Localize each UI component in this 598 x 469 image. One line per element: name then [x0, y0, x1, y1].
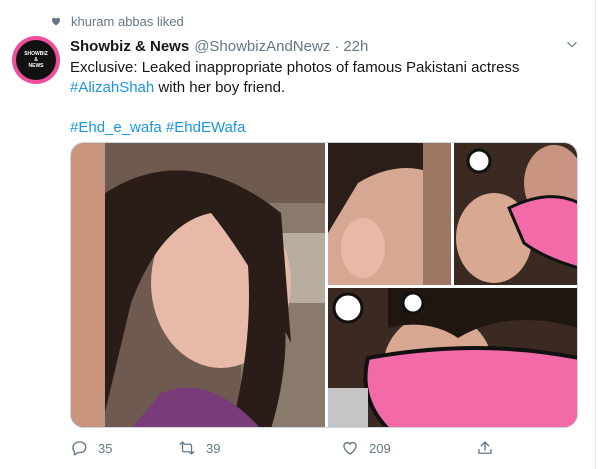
tweet-text-line1: Exclusive: Leaked inappropriate photos o…: [70, 59, 520, 76]
like-button[interactable]: 209: [341, 436, 391, 460]
share-icon: [478, 441, 492, 454]
reply-count: 35: [98, 440, 113, 456]
tweet-text: Exclusive: Leaked inappropriate photos o…: [70, 58, 580, 138]
retweet-count: 39: [206, 440, 221, 456]
tweet-card[interactable]: khuram abbas liked SHOWBIZ & NEWS Showbi…: [0, 0, 596, 469]
media-grid: [70, 142, 578, 428]
social-context: khuram abbas liked: [50, 12, 184, 30]
heart-icon: [52, 17, 60, 26]
media-photo-3[interactable]: [454, 143, 577, 285]
retweet-icon: [179, 441, 195, 455]
author-handle[interactable]: @ShowbizAndNewz: [194, 38, 330, 55]
tweet-timestamp[interactable]: 22h: [343, 38, 368, 55]
media-photo-1[interactable]: [71, 143, 325, 427]
tweet-text-line2: with her boy friend.: [154, 79, 286, 96]
avatar[interactable]: SHOWBIZ & NEWS: [12, 36, 60, 84]
social-context-text: khuram abbas liked: [71, 13, 184, 29]
tweet-actions: 35 39 209: [70, 436, 500, 460]
avatar-logo-line3: NEWS: [28, 63, 44, 69]
heart-outline-icon: [343, 442, 357, 455]
retweet-button[interactable]: 39: [178, 436, 220, 460]
media-photo-2[interactable]: [328, 143, 451, 285]
share-button[interactable]: [476, 436, 504, 460]
like-count: 209: [369, 440, 391, 456]
tweet-header: Showbiz & News @ShowbizAndNewz · 22h: [70, 36, 368, 56]
media-photo-4[interactable]: [328, 288, 577, 427]
chevron-down-icon[interactable]: [565, 38, 579, 52]
header-separator: ·: [334, 37, 340, 55]
reply-button[interactable]: 35: [70, 436, 112, 460]
avatar-logo: SHOWBIZ & NEWS: [16, 40, 56, 80]
hashtag-ehd-e-wafa[interactable]: #Ehd_e_wafa: [70, 119, 162, 136]
hashtag-alizahshah[interactable]: #AlizahShah: [70, 79, 154, 96]
hashtag-ehdewafa[interactable]: #EhdEWafa: [166, 119, 246, 136]
reply-icon: [72, 441, 87, 456]
author-name[interactable]: Showbiz & News: [70, 38, 189, 55]
